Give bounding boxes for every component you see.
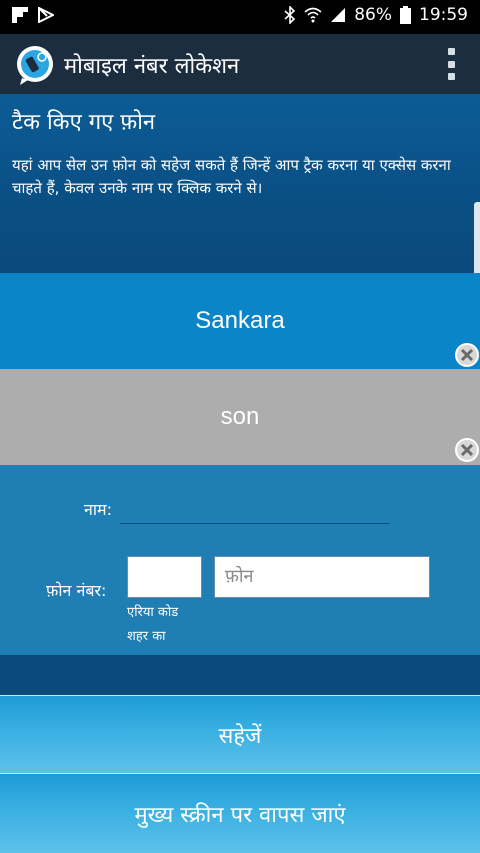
app-title: मोबाइल नंबर लोकेशन xyxy=(64,54,240,79)
bluetooth-icon xyxy=(284,6,296,24)
tracked-phones-header: टैक किए गए फ़ोन यहां आप सेल उन फ़ोन को स… xyxy=(0,94,480,274)
overflow-menu-icon[interactable] xyxy=(446,48,456,80)
tracked-phone-name: Sankara xyxy=(195,307,285,334)
play-store-icon xyxy=(38,7,54,23)
back-button-label: मुख्य स्क्रीन पर वापस जाएं xyxy=(134,802,346,828)
phone-input[interactable]: फ़ोन xyxy=(214,556,430,598)
flipboard-icon xyxy=(12,7,28,23)
section-title: टैक किए गए फ़ोन xyxy=(12,110,156,135)
phone-number-label: फ़ोन नंबर: xyxy=(46,581,107,600)
area-code-input[interactable] xyxy=(127,556,202,598)
clock: 19:59 xyxy=(419,5,468,25)
app-logo-icon xyxy=(17,46,53,85)
add-phone-form: नाम: फ़ोन नंबर: फ़ोन एरिया कोड शहर का xyxy=(0,465,480,655)
delete-icon[interactable] xyxy=(454,342,480,368)
divider-band xyxy=(0,655,480,695)
status-bar: 86% 19:59 xyxy=(0,0,480,34)
name-label: नाम: xyxy=(84,500,112,519)
section-description: यहां आप सेल उन फ़ोन को सहेज सकते हैं जिन… xyxy=(12,156,451,197)
tracked-phone-name: son xyxy=(220,403,260,430)
back-to-main-button[interactable]: मुख्य स्क्रीन पर वापस जाएं xyxy=(0,773,480,853)
name-input[interactable] xyxy=(120,523,390,524)
status-left-icons xyxy=(12,7,54,23)
area-code-hint: एरिया कोड xyxy=(127,605,179,620)
delete-icon[interactable] xyxy=(454,437,480,463)
status-right: 86% 19:59 xyxy=(284,5,468,25)
save-button[interactable]: सहेजें xyxy=(0,695,480,773)
save-button-label: सहेजें xyxy=(218,723,262,749)
app-bar: मोबाइल नंबर लोकेशन xyxy=(0,34,480,94)
city-hint: शहर का xyxy=(127,629,166,644)
wifi-icon xyxy=(304,7,322,23)
battery-icon xyxy=(400,6,411,24)
tracked-phone-item[interactable]: son xyxy=(0,369,480,465)
signal-icon xyxy=(331,8,346,22)
battery-percent: 86% xyxy=(354,5,392,25)
tracked-phone-item[interactable]: Sankara xyxy=(0,273,480,369)
